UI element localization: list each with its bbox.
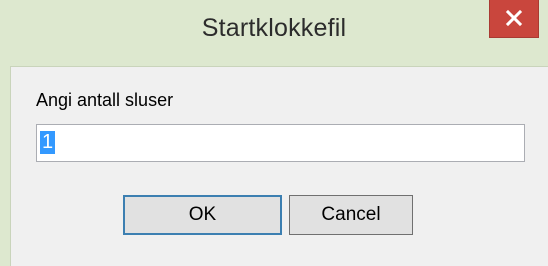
title-bar[interactable]: Startklokkefil (0, 0, 548, 66)
dialog-title: Startklokkefil (201, 14, 347, 42)
input-selected-text: 1 (40, 131, 56, 154)
sluser-count-input[interactable]: 1 (36, 124, 525, 162)
close-icon (505, 9, 523, 27)
dialog-window: Startklokkefil Angi antall sluser 1 OK C… (0, 0, 548, 266)
cancel-button[interactable]: Cancel (289, 195, 413, 235)
close-button[interactable] (489, 0, 539, 38)
prompt-label: Angi antall sluser (36, 90, 174, 110)
ok-button[interactable]: OK (123, 195, 282, 235)
